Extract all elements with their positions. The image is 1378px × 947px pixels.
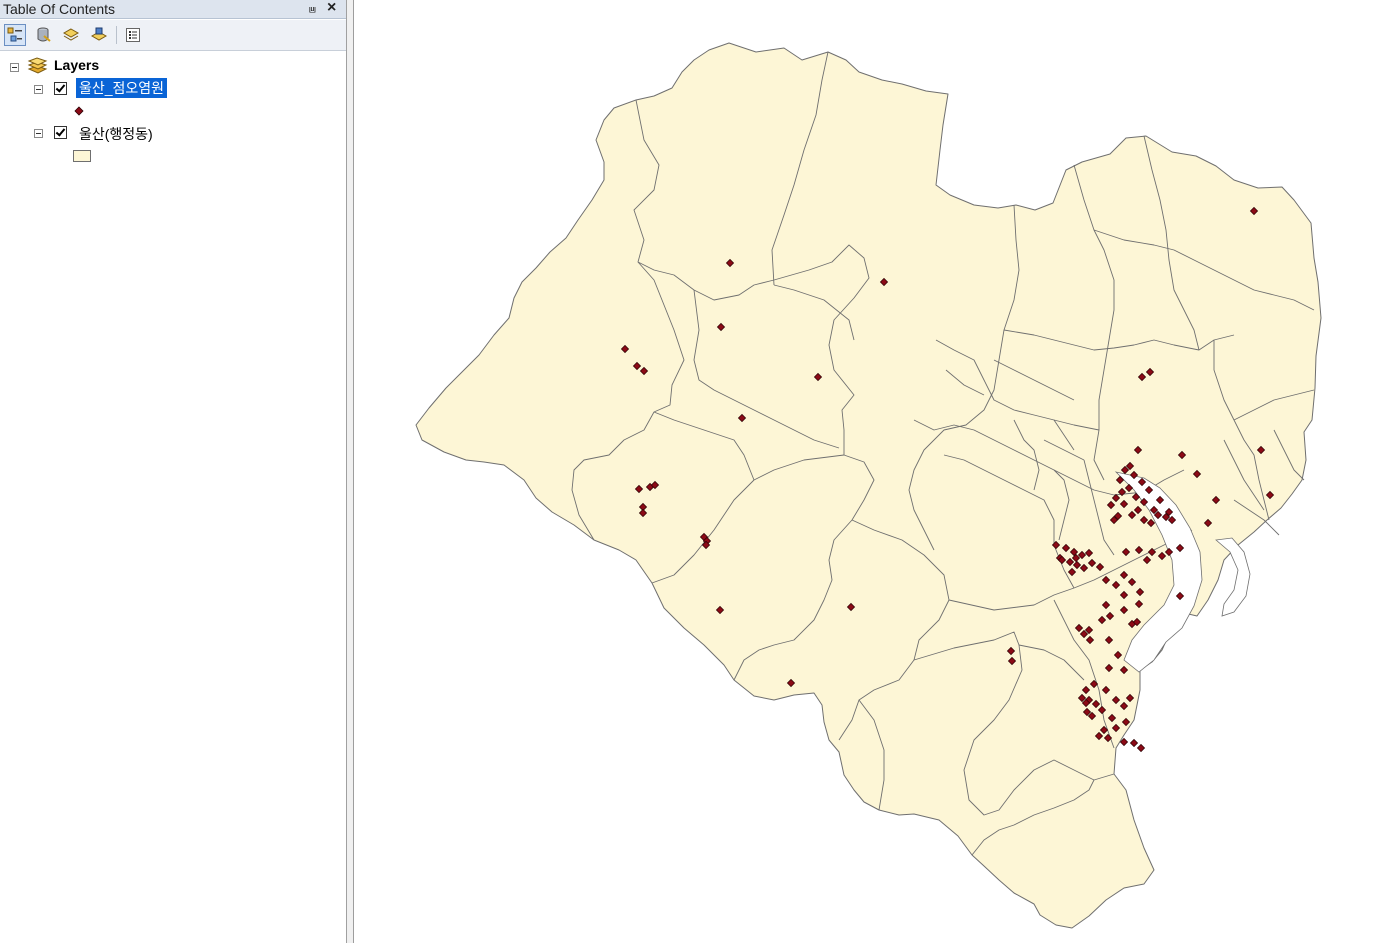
- toc-toolbar: [0, 20, 346, 51]
- point-symbol-icon: [74, 106, 84, 116]
- polygon-symbol-icon: [73, 150, 91, 162]
- layer-tree: Layers 울산_점오염원 울산(행정동): [0, 52, 346, 943]
- layer-polygon-collapse-button[interactable]: [34, 129, 43, 138]
- toc-options-button[interactable]: [122, 24, 144, 46]
- map-canvas[interactable]: [354, 0, 1378, 943]
- list-by-drawing-order-button[interactable]: [4, 24, 26, 46]
- table-of-contents-panel: Table Of Contents ⩏ × Layers 울산_점오염원 울산(…: [0, 0, 347, 943]
- list-by-selection-icon: [91, 27, 107, 41]
- list-by-visibility-icon: [63, 28, 79, 41]
- admin-dong-polygon-layer: [415, 42, 1322, 929]
- layer-polygon-visibility-checkbox[interactable]: [54, 126, 67, 139]
- pollution-source-point: [1136, 743, 1146, 753]
- toc-title-bar: Table Of Contents ⩏ ×: [0, 0, 346, 19]
- list-by-visibility-button[interactable]: [60, 24, 82, 46]
- list-by-source-icon: [37, 27, 51, 42]
- close-icon[interactable]: ×: [327, 0, 336, 17]
- ulsan-outline-polygon: [415, 42, 1322, 929]
- panel-splitter[interactable]: [347, 0, 354, 943]
- list-by-selection-button[interactable]: [88, 24, 110, 46]
- toolbar-separator: [116, 26, 117, 44]
- layers-root-label[interactable]: Layers: [54, 57, 99, 73]
- layers-frame-icon: [27, 57, 48, 74]
- layer-point-collapse-button[interactable]: [34, 85, 43, 94]
- list-by-drawing-order-icon: [7, 27, 22, 42]
- pin-icon[interactable]: ⩏: [309, 0, 316, 18]
- layer-point-visibility-checkbox[interactable]: [54, 82, 67, 95]
- list-by-source-button[interactable]: [32, 24, 54, 46]
- toc-title: Table Of Contents: [3, 1, 116, 17]
- layer-point-label[interactable]: 울산_점오염원: [76, 78, 168, 98]
- map-svg: [415, 42, 1322, 929]
- layers-collapse-button[interactable]: [10, 63, 19, 72]
- pollution-source-point: [1129, 738, 1139, 748]
- layer-polygon-label[interactable]: 울산(행정동): [79, 124, 153, 144]
- options-icon: [126, 28, 140, 42]
